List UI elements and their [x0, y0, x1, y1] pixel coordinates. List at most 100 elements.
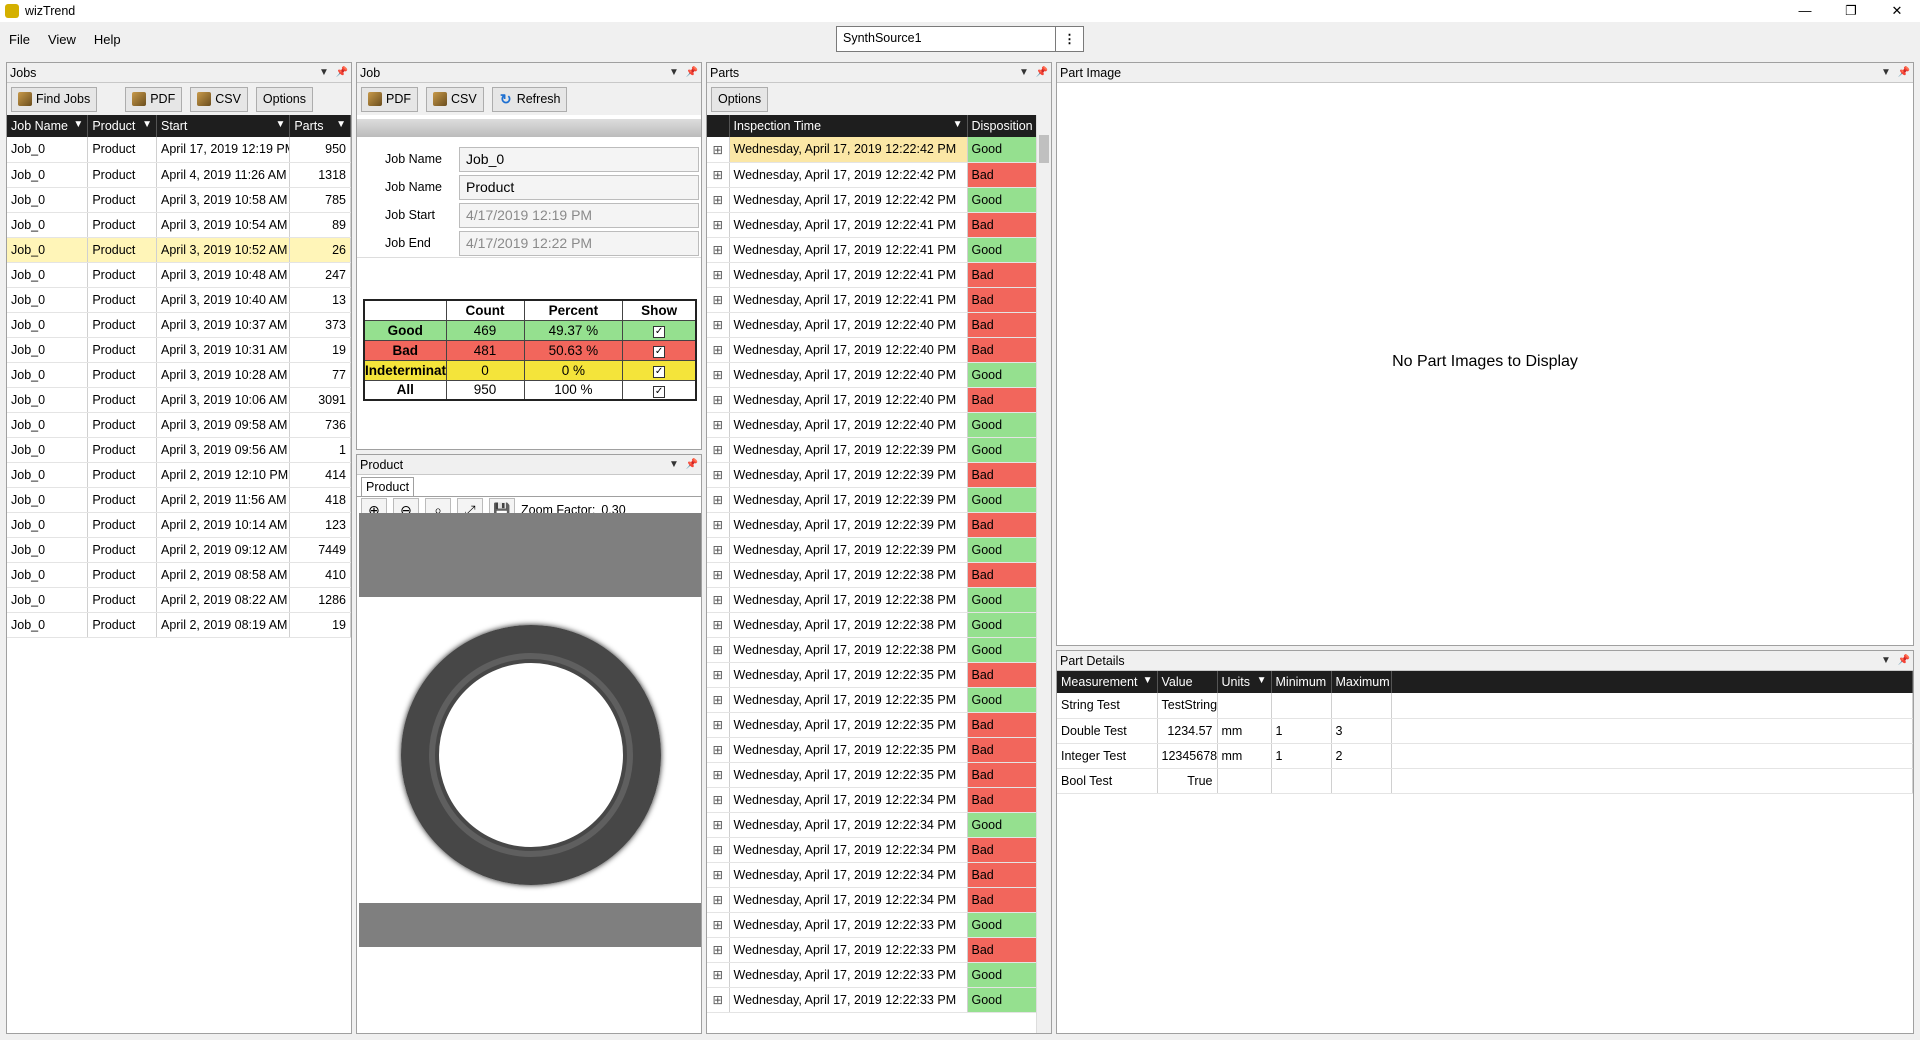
- table-row[interactable]: Job_0 Product April 3, 2019 10:58 AM 785: [7, 187, 351, 213]
- table-row[interactable]: ⊞ Wednesday, April 17, 2019 12:22:33 PM Go…: [707, 962, 1036, 988]
- job-start-field[interactable]: 4/17/2019 12:19 PM: [459, 202, 699, 228]
- source-value[interactable]: SynthSource1: [837, 27, 1055, 51]
- table-row[interactable]: ⊞ Wednesday, April 17, 2019 12:22:41 PM Ba…: [707, 212, 1036, 238]
- find-jobs-button[interactable]: Find Jobs: [11, 86, 98, 112]
- table-row[interactable]: Job_0 Product April 3, 2019 10:54 AM 89: [7, 212, 351, 238]
- expand-icon[interactable]: ⊞: [707, 637, 730, 663]
- filter-icon[interactable]: ▼: [953, 119, 963, 130]
- table-row[interactable]: Job_0 Product April 2, 2019 11:56 AM 418: [7, 487, 351, 513]
- table-row[interactable]: Job_0 Product April 3, 2019 10:28 AM 77: [7, 362, 351, 388]
- col-inspection-time[interactable]: Inspection Time ▼: [729, 115, 968, 137]
- expand-icon[interactable]: ⊞: [707, 337, 730, 363]
- product-name-field[interactable]: Product: [459, 174, 699, 200]
- col-maximum[interactable]: Maximum: [1331, 671, 1392, 693]
- table-row[interactable]: Job_0 Product April 3, 2019 10:06 AM 3091: [7, 387, 351, 413]
- table-row[interactable]: Job_0 Product April 3, 2019 09:56 AM 1: [7, 437, 351, 463]
- table-row[interactable]: ⊞ Wednesday, April 17, 2019 12:22:38 PM Go…: [707, 587, 1036, 613]
- table-row[interactable]: ⊞ Wednesday, April 17, 2019 12:22:41 PM Go…: [707, 237, 1036, 263]
- table-row[interactable]: ⊞ Wednesday, April 17, 2019 12:22:41 PM Ba…: [707, 262, 1036, 288]
- table-row[interactable]: ⊞ Wednesday, April 17, 2019 12:22:38 PM Go…: [707, 637, 1036, 663]
- filter-icon[interactable]: ▼: [336, 119, 346, 130]
- table-row[interactable]: ⊞ Wednesday, April 17, 2019 12:22:33 PM Ba…: [707, 937, 1036, 963]
- table-row[interactable]: ⊞ Wednesday, April 17, 2019 12:22:38 PM Ba…: [707, 562, 1036, 588]
- table-row[interactable]: ⊞ Wednesday, April 17, 2019 12:22:42 PM Ba…: [707, 162, 1036, 188]
- expand-icon[interactable]: ⊞: [707, 862, 730, 888]
- expand-icon[interactable]: ⊞: [707, 237, 730, 263]
- expand-icon[interactable]: ⊞: [707, 387, 730, 413]
- table-row[interactable]: ⊞ Wednesday, April 17, 2019 12:22:38 PM Go…: [707, 612, 1036, 638]
- expand-icon[interactable]: ⊞: [707, 887, 730, 913]
- table-row[interactable]: ⊞ Wednesday, April 17, 2019 12:22:35 PM Ba…: [707, 762, 1036, 788]
- show-all-checkbox[interactable]: ✓: [653, 385, 666, 398]
- product-image-viewer[interactable]: [359, 513, 701, 947]
- minimize-button[interactable]: —: [1782, 0, 1828, 22]
- show-good-checkbox[interactable]: ✓: [653, 326, 666, 338]
- expand-icon[interactable]: ⊞: [707, 162, 730, 188]
- table-row[interactable]: ⊞ Wednesday, April 17, 2019 12:22:33 PM Go…: [707, 987, 1036, 1013]
- product-tab[interactable]: Product: [361, 477, 415, 496]
- filter-icon[interactable]: ▼: [142, 119, 152, 130]
- table-row[interactable]: ⊞ Wednesday, April 17, 2019 12:22:34 PM Ba…: [707, 787, 1036, 813]
- expand-icon[interactable]: ⊞: [707, 837, 730, 863]
- dropdown-icon[interactable]: ▼: [1015, 67, 1033, 78]
- expand-icon[interactable]: ⊞: [707, 687, 730, 713]
- expand-icon[interactable]: ⊞: [707, 662, 730, 688]
- col-disposition[interactable]: Disposition: [967, 115, 1036, 137]
- menu-file[interactable]: File: [0, 32, 39, 47]
- dropdown-icon[interactable]: ▼: [665, 459, 683, 470]
- expand-icon[interactable]: ⊞: [707, 937, 730, 963]
- show-bad-checkbox[interactable]: ✓: [653, 346, 666, 358]
- expand-icon[interactable]: ⊞: [707, 962, 730, 988]
- table-row[interactable]: ⊞ Wednesday, April 17, 2019 12:22:33 PM Go…: [707, 912, 1036, 938]
- filter-icon[interactable]: ▼: [1143, 675, 1153, 686]
- table-row[interactable]: Job_0 Product April 3, 2019 10:31 AM 19: [7, 337, 351, 363]
- col-job-name[interactable]: Job Name ▼: [7, 115, 89, 137]
- table-row[interactable]: ⊞ Wednesday, April 17, 2019 12:22:42 PM Go…: [707, 137, 1036, 163]
- source-selector[interactable]: SynthSource1 ⋮: [836, 26, 1084, 52]
- expand-icon[interactable]: ⊞: [707, 787, 730, 813]
- expand-icon[interactable]: ⊞: [707, 912, 730, 938]
- col-product[interactable]: Product ▼: [87, 115, 157, 137]
- table-row[interactable]: ⊞ Wednesday, April 17, 2019 12:22:34 PM Ba…: [707, 887, 1036, 913]
- dropdown-icon[interactable]: ▼: [1877, 67, 1895, 78]
- pin-icon[interactable]: 📌: [683, 459, 701, 470]
- jobs-options-button[interactable]: Options: [255, 86, 313, 112]
- table-row[interactable]: ⊞ Wednesday, April 17, 2019 12:22:34 PM Ba…: [707, 837, 1036, 863]
- table-row[interactable]: Job_0 Product April 3, 2019 10:48 AM 247: [7, 262, 351, 288]
- job-end-field[interactable]: 4/17/2019 12:22 PM: [459, 230, 699, 256]
- table-row[interactable]: Bool Test True: [1057, 768, 1913, 794]
- expand-icon[interactable]: ⊞: [707, 262, 730, 288]
- filter-icon[interactable]: ▼: [73, 119, 83, 130]
- dropdown-icon[interactable]: ▼: [1877, 655, 1895, 666]
- pin-icon[interactable]: 📌: [1895, 67, 1913, 78]
- table-row[interactable]: ⊞ Wednesday, April 17, 2019 12:22:39 PM Go…: [707, 537, 1036, 563]
- expand-icon[interactable]: ⊞: [707, 612, 730, 638]
- menu-view[interactable]: View: [39, 32, 85, 47]
- col-start[interactable]: Start ▼: [156, 115, 291, 137]
- menu-help[interactable]: Help: [85, 32, 130, 47]
- table-row[interactable]: Job_0 Product April 2, 2019 09:12 AM 7449: [7, 537, 351, 563]
- refresh-button[interactable]: ↻ Refresh: [491, 86, 568, 112]
- table-row[interactable]: Job_0 Product April 2, 2019 08:22 AM 1286: [7, 587, 351, 613]
- expand-icon[interactable]: ⊞: [707, 712, 730, 738]
- expand-icon[interactable]: ⊞: [707, 212, 730, 238]
- table-row[interactable]: Job_0 Product April 2, 2019 10:14 AM 123: [7, 512, 351, 538]
- parts-scrollbar[interactable]: [1036, 115, 1051, 1033]
- table-row[interactable]: Integer Test 12345678 mm 1 2: [1057, 743, 1913, 769]
- table-row[interactable]: Job_0 Product April 4, 2019 11:26 AM 1318: [7, 162, 351, 188]
- table-row[interactable]: ⊞ Wednesday, April 17, 2019 12:22:39 PM Ba…: [707, 512, 1036, 538]
- table-row[interactable]: Double Test 1234.57 mm 1 3: [1057, 718, 1913, 744]
- table-row[interactable]: ⊞ Wednesday, April 17, 2019 12:22:40 PM Ba…: [707, 387, 1036, 413]
- table-row[interactable]: ⊞ Wednesday, April 17, 2019 12:22:34 PM Go…: [707, 812, 1036, 838]
- table-row[interactable]: ⊞ Wednesday, April 17, 2019 12:22:35 PM Ba…: [707, 712, 1036, 738]
- close-button[interactable]: ✕: [1874, 0, 1920, 22]
- table-row[interactable]: Job_0 Product April 3, 2019 09:58 AM 736: [7, 412, 351, 438]
- table-row[interactable]: ⊞ Wednesday, April 17, 2019 12:22:40 PM Ba…: [707, 337, 1036, 363]
- table-row[interactable]: Job_0 Product April 3, 2019 10:40 AM 13: [7, 287, 351, 313]
- job-pdf-button[interactable]: PDF: [361, 86, 418, 112]
- table-row[interactable]: ⊞ Wednesday, April 17, 2019 12:22:42 PM Go…: [707, 187, 1036, 213]
- dropdown-icon[interactable]: ▼: [665, 67, 683, 78]
- pin-icon[interactable]: 📌: [333, 67, 351, 78]
- table-row[interactable]: Job_0 Product April 2, 2019 08:58 AM 410: [7, 562, 351, 588]
- maximize-button[interactable]: ❐: [1828, 0, 1874, 22]
